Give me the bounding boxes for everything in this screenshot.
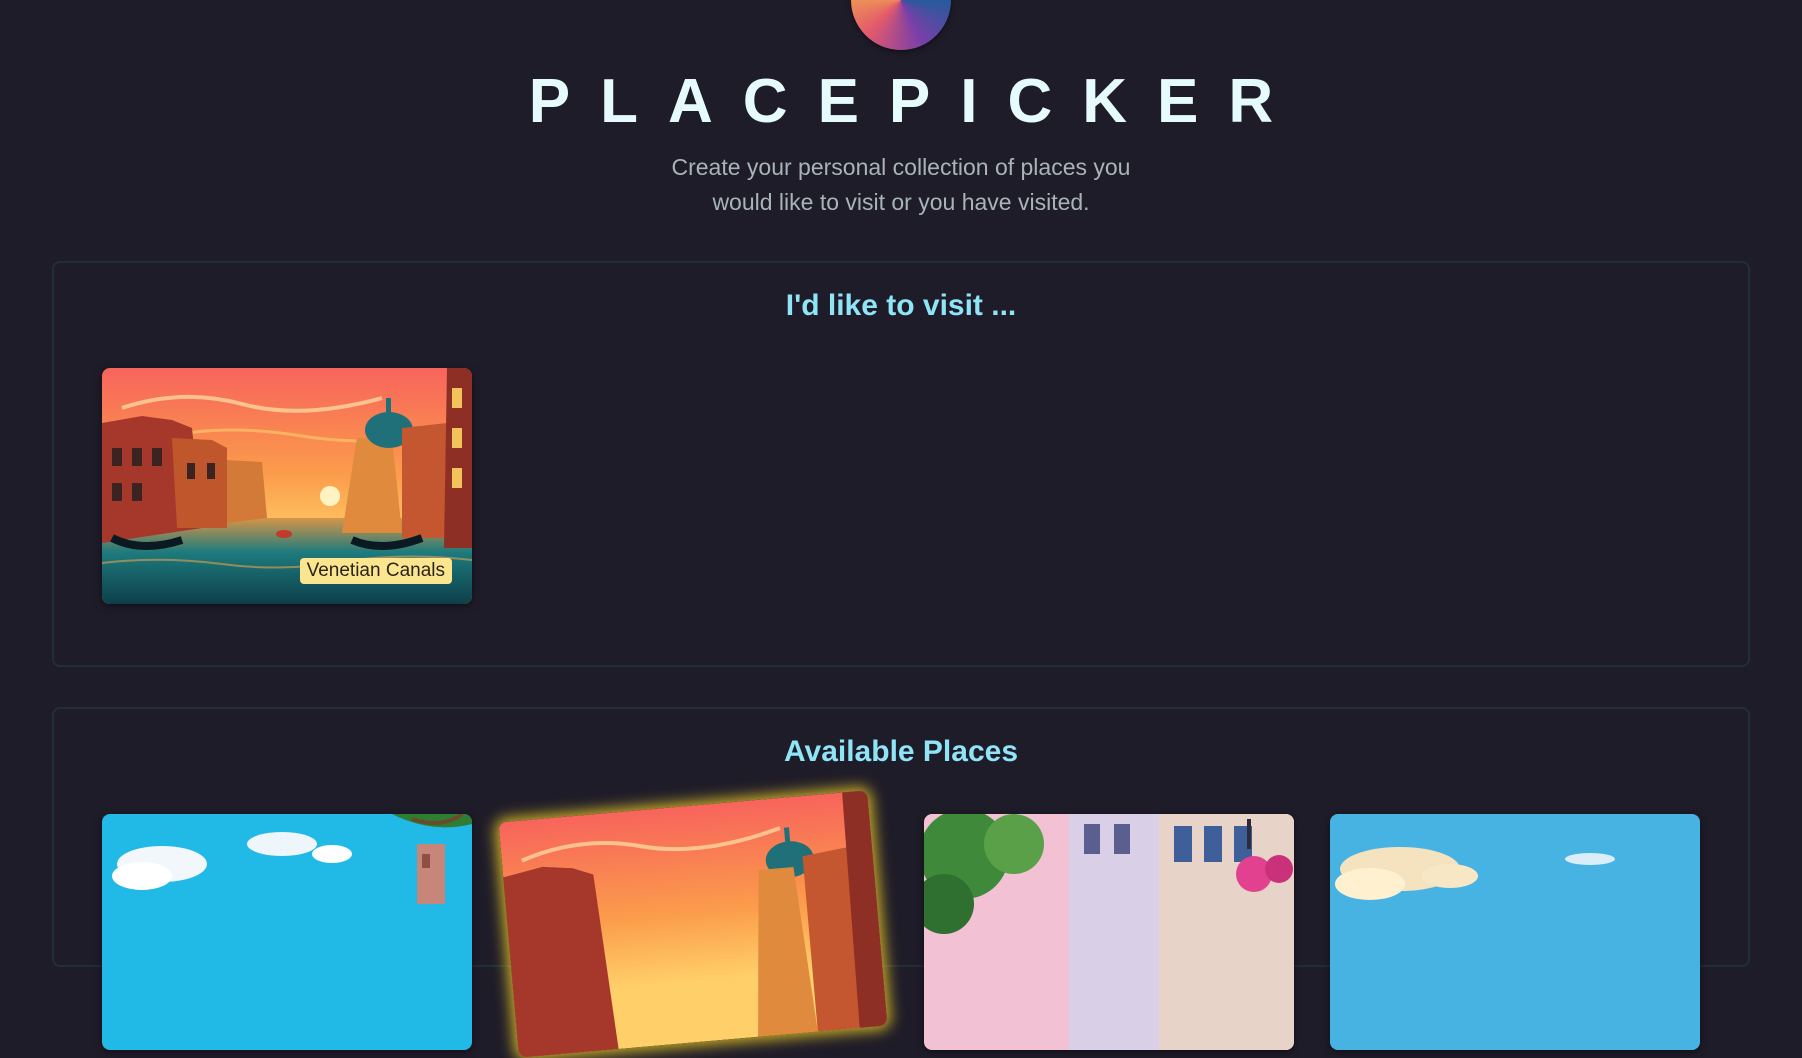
- clouds-image: [1330, 814, 1700, 1050]
- app-title: PLACEPICKER: [528, 67, 1304, 136]
- available-section-title: Available Places: [783, 735, 1019, 768]
- street-image: [924, 814, 1294, 1050]
- venice-image-selected: [498, 790, 888, 1058]
- place-card-title: Venetian Canals: [299, 558, 452, 584]
- place-card-venetian-canals[interactable]: Venetian Canals: [102, 368, 472, 604]
- visit-section-title: I'd like to visit ...: [785, 289, 1017, 322]
- place-card-clouds[interactable]: [1330, 814, 1700, 1050]
- app-logo-icon: [851, 0, 951, 50]
- place-card-sky-ruins[interactable]: [102, 814, 472, 1050]
- app-subtitle: Create your personal collection of place…: [671, 154, 1131, 215]
- place-card-city-street[interactable]: [924, 814, 1294, 1050]
- ruins-image: [102, 814, 472, 1050]
- place-card-venetian-canals-selected[interactable]: [498, 790, 888, 1058]
- available-places-section: Available Places: [52, 707, 1750, 1058]
- visit-section: I'd like to visit ... Venetian Canals: [52, 261, 1750, 667]
